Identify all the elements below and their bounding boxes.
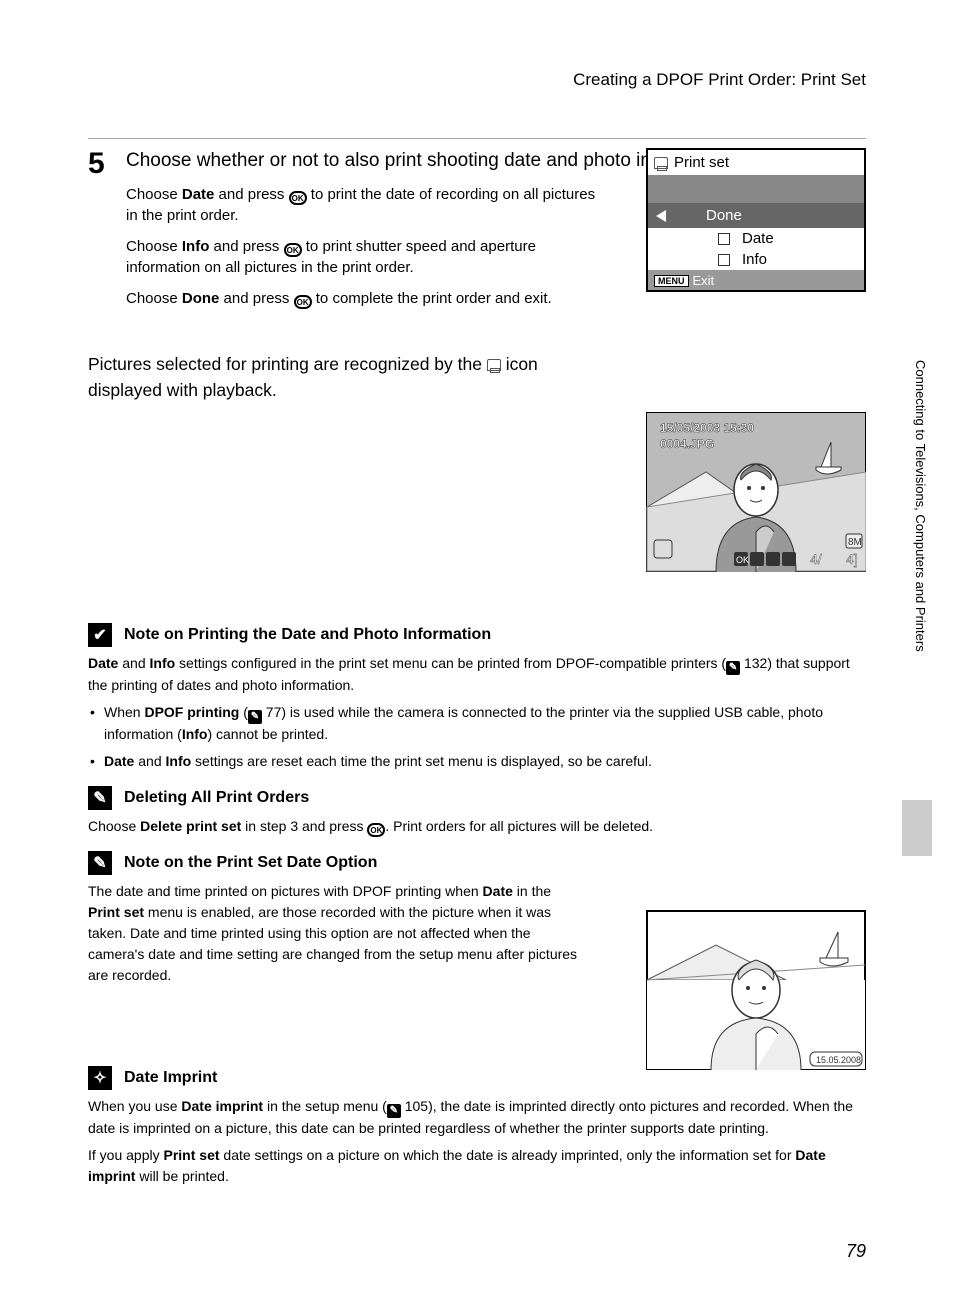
caution-icon: ✔ — [88, 623, 112, 647]
step-para-3: Choose Done and press OK to complete the… — [126, 288, 606, 309]
note3-body: The date and time printed on pictures wi… — [88, 881, 578, 986]
manual-ref-icon: ✎ — [248, 710, 262, 724]
page-number: 79 — [846, 1241, 866, 1262]
sidebar-tab-marker — [902, 800, 932, 856]
print-icon — [487, 359, 501, 371]
playback-note: Pictures selected for printing are recog… — [88, 351, 608, 404]
selection-caret-icon — [656, 210, 666, 222]
lcd-date-row: Date — [648, 228, 864, 249]
ok-icon: OK — [289, 191, 307, 205]
pencil-icon: ✎ — [88, 851, 112, 875]
step-para-2: Choose Info and press OK to print shutte… — [126, 236, 606, 278]
overlay-date: 15/05/2008 15:30 — [660, 421, 754, 435]
note3-title: Note on the Print Set Date Option — [124, 854, 377, 872]
playback-illustration: 15/05/2008 15:30 0004.JPG 8M 4/ 4] OK — [646, 412, 866, 572]
note4-title: Date Imprint — [124, 1069, 217, 1087]
svg-text:OK: OK — [736, 555, 749, 565]
lcd-title: Print set — [674, 154, 729, 171]
ok-icon: OK — [294, 295, 312, 309]
lcd-footer: MENU Exit — [648, 271, 864, 290]
print-icon — [654, 157, 668, 169]
manual-ref-icon: ✎ — [726, 661, 740, 675]
step-number: 5 — [88, 149, 108, 319]
date-option-illustration: 15.05.2008 — [646, 910, 866, 1070]
checkbox-icon — [718, 254, 730, 266]
overlay-file: 0004.JPG — [660, 437, 714, 451]
pencil-icon: ✎ — [88, 786, 112, 810]
ok-icon: OK — [284, 243, 302, 257]
lcd-print-set-screen: Print set Done Date Info MENU Exit — [646, 148, 866, 292]
checkbox-icon — [718, 233, 730, 245]
manual-ref-icon: ✎ — [387, 1104, 401, 1118]
note2-body: Choose Delete print set in step 3 and pr… — [88, 816, 866, 837]
ok-icon: OK — [367, 823, 385, 837]
note1-title: Note on Printing the Date and Photo Info… — [124, 626, 491, 644]
lcd-info-row: Info — [648, 249, 864, 271]
bulb-icon: ✧ — [88, 1066, 112, 1090]
note1-body: Date and Info settings configured in the… — [88, 653, 866, 772]
lcd-done-row: Done — [648, 203, 864, 228]
note2-title: Deleting All Print Orders — [124, 789, 309, 807]
menu-badge-icon: MENU — [654, 275, 689, 287]
page-header: Creating a DPOF Print Order: Print Set — [88, 0, 866, 139]
note4-body: When you use Date imprint in the setup m… — [88, 1096, 866, 1187]
sidebar-section-label: Connecting to Televisions, Computers and… — [908, 360, 928, 780]
svg-text:4]: 4] — [846, 551, 858, 567]
step-para-1: Choose Date and press OK to print the da… — [126, 184, 606, 226]
svg-text:8M: 8M — [848, 537, 862, 548]
imprint-date: 15.05.2008 — [816, 1055, 861, 1065]
svg-text:4/: 4/ — [810, 551, 822, 567]
